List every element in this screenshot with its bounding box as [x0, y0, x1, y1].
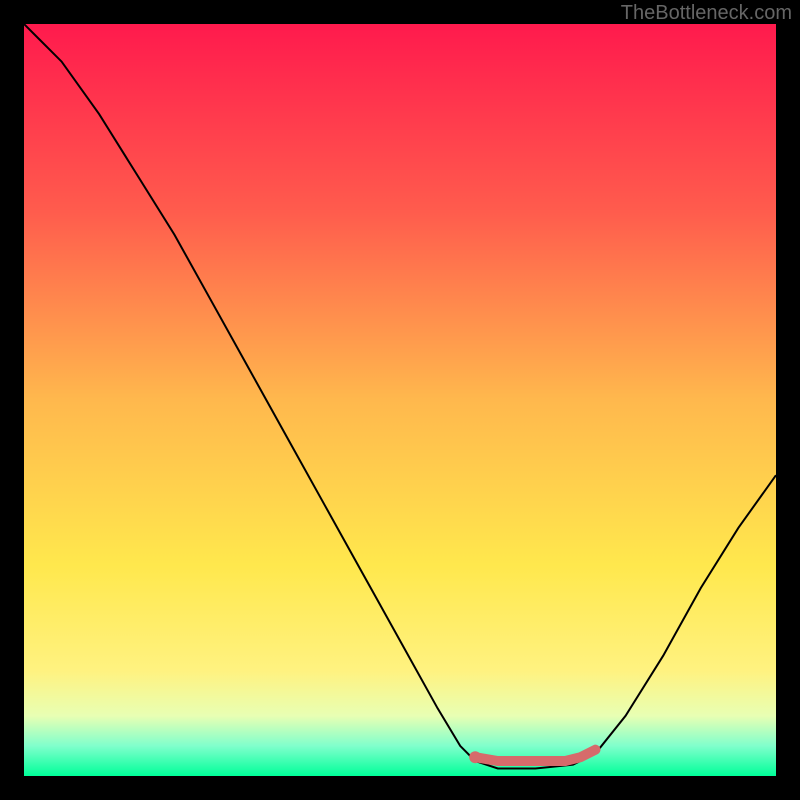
chart-plot-area	[24, 24, 776, 776]
bottleneck-chart	[24, 24, 776, 776]
gradient-background	[24, 24, 776, 776]
watermark-text: TheBottleneck.com	[621, 2, 792, 25]
optimal-range-start-dot	[469, 751, 481, 763]
